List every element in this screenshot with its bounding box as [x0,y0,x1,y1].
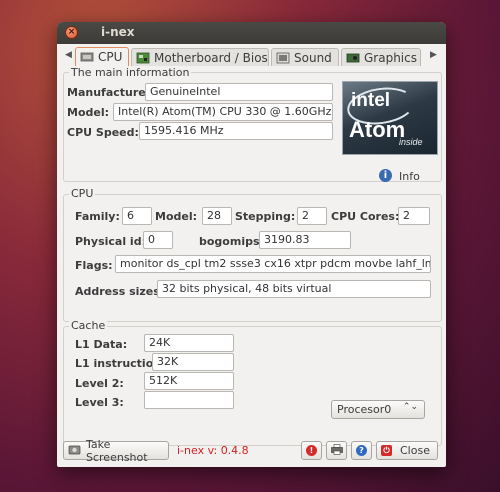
tab-scroll-left-icon[interactable]: ◀ [65,50,72,60]
level3-label: Level 3: [75,396,124,409]
cpu-group-title: CPU [69,187,96,200]
intel-atom-logo: intel Atom inside [342,81,438,155]
cpu-icon [80,51,94,63]
alert-icon: ! [306,445,317,456]
cpu-model-field[interactable]: 28 [202,207,232,225]
logo-product: Atom [349,117,406,142]
logo-tagline: inside [399,137,423,147]
cache-group-title: Cache [69,319,108,332]
graphics-icon [346,52,360,64]
level2-label: Level 2: [75,377,124,390]
title-bar: × i-nex [57,22,446,44]
tab-motherboard-label: Motherboard / Bios [154,50,268,65]
tab-sound[interactable]: Sound [271,48,339,66]
flags-label: Flags: [75,259,113,272]
physical-id-field[interactable]: 0 [143,231,173,249]
printer-icon [331,443,343,458]
tab-scroll-right-icon[interactable]: ▶ [430,50,437,60]
cpu-cores-label: CPU Cores: [331,210,400,223]
physical-id-label: Physical id: [75,235,146,248]
sound-icon [276,52,290,64]
tab-graphics-label: Graphics [364,50,417,65]
help-icon: ? [356,445,367,456]
version-text: i-nex v: 0.4.8 [177,444,249,457]
level3-field[interactable] [144,391,234,409]
camera-icon [68,444,81,458]
l1-instruction-field[interactable]: 32K [152,353,234,371]
manufacture-label: Manufacture: [67,86,151,99]
cpu-speed-label: CPU Speed: [67,126,139,139]
tab-graphics[interactable]: Graphics [341,48,421,66]
stepping-field[interactable]: 2 [297,207,327,225]
l1-data-label: L1 Data: [75,338,128,351]
bogomips-label: bogomips: [199,235,264,248]
window-close-icon[interactable]: × [65,26,78,39]
model-field[interactable]: Intel(R) Atom(TM) CPU 330 @ 1.60GHz [113,103,333,121]
select-arrows-icon: ⌃⌄ [402,402,418,412]
close-button[interactable]: ⏻ Close [376,441,438,460]
tab-cpu-label: CPU [98,50,123,64]
motherboard-icon [136,52,150,64]
tab-cpu[interactable]: CPU [75,47,129,66]
print-button[interactable] [326,441,347,460]
close-label: Close [400,444,430,457]
family-label: Family: [75,210,120,223]
bogomips-field[interactable]: 3190.83 [259,231,351,249]
tab-motherboard[interactable]: Motherboard / Bios [131,48,269,66]
inex-window: × i-nex ◀ CPU Motherboard / Bios Sound G… [57,22,446,467]
help-button[interactable]: ? [351,441,372,460]
main-info-title: The main information [69,66,192,79]
tab-bar: ◀ CPU Motherboard / Bios Sound Graphics [57,46,446,68]
processor-select-value: Procesor0 [337,403,392,416]
window-title: i-nex [101,25,135,39]
address-sizes-field[interactable]: 32 bits physical, 48 bits virtual [157,280,431,298]
logo-brand: intel [351,90,391,111]
take-screenshot-label: Take Screenshot [86,437,148,464]
family-field[interactable]: 6 [122,207,152,225]
cpu-speed-field[interactable]: 1595.416 MHz [139,122,333,140]
alert-button[interactable]: ! [301,441,322,460]
processor-select[interactable]: Procesor0 ⌃⌄ [331,400,425,419]
stepping-label: Stepping: [235,210,296,223]
l1-data-field[interactable]: 24K [144,334,234,352]
cpu-cores-field[interactable]: 2 [398,207,430,225]
take-screenshot-button[interactable]: Take Screenshot [63,438,169,464]
tab-sound-label: Sound [294,50,332,65]
cpu-model-label: Model: [155,210,198,223]
flags-field[interactable]: monitor ds_cpl tm2 ssse3 cx16 xtpr pdcm … [115,255,431,273]
info-label[interactable]: Info [399,170,420,183]
level2-field[interactable]: 512K [144,372,234,390]
info-icon[interactable]: i [379,169,392,182]
power-icon: ⏻ [381,445,392,456]
manufacture-field[interactable]: GenuineIntel [145,83,333,101]
address-sizes-label: Address sizes: [75,285,165,298]
model-label: Model: [67,106,110,119]
